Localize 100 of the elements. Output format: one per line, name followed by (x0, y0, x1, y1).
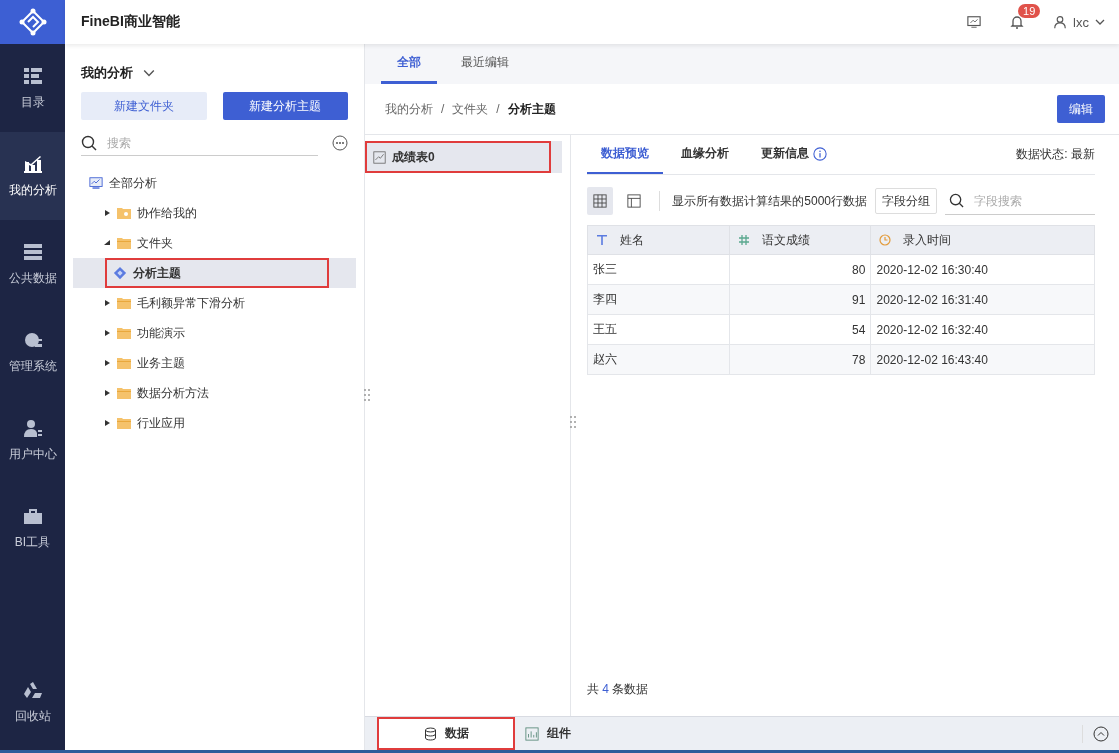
bell-icon[interactable] (1009, 14, 1026, 30)
user-icon (22, 417, 43, 438)
tree-item[interactable]: 行业应用 (73, 408, 356, 438)
table-cell: 78 (729, 344, 871, 375)
bottom-tab[interactable]: 组件 (515, 717, 581, 750)
caret-right-icon (103, 359, 111, 367)
clock-icon (879, 234, 892, 246)
data-status: 数据状态: 最新 (1016, 146, 1095, 163)
column-title: 语文成绩 (761, 231, 810, 249)
user-name: lxc (1073, 14, 1089, 30)
search-field[interactable]: 搜索 (105, 134, 318, 151)
caret-right-icon (103, 389, 111, 397)
breadcrumb-link[interactable]: 我的分析 (385, 100, 433, 118)
table-cell: 2020-12-02 16:30:40 (870, 254, 1095, 285)
folder-icon (117, 357, 131, 369)
table-list-item[interactable]: 成绩表0 (365, 141, 562, 173)
tree-item[interactable]: 协作给我的 (73, 198, 356, 228)
nav-label: 我的分析 (8, 181, 57, 199)
nav-label: 回收站 (14, 707, 51, 725)
nav-label: 目录 (20, 93, 45, 111)
nav-item[interactable]: BI工具 (0, 484, 65, 572)
hash-icon (737, 234, 750, 246)
diamond-icon (113, 266, 127, 280)
app-logo[interactable] (0, 0, 65, 44)
more-icon (332, 135, 348, 151)
nav-item[interactable]: 管理系统 (0, 308, 65, 396)
tree-item[interactable]: 全部分析 (73, 168, 356, 198)
database-icon (22, 241, 43, 262)
nav-item[interactable]: 目录 (0, 44, 65, 132)
table-cell: 张三 (587, 254, 730, 285)
user-menu[interactable]: lxc (1053, 14, 1105, 30)
drag-handle-icon (570, 415, 576, 429)
tree-label: 分析主题 (133, 264, 181, 282)
tab[interactable]: 全部 (381, 44, 437, 84)
tree-item[interactable]: 数据分析方法 (73, 378, 356, 408)
breadcrumb-link[interactable]: 文件夹 (452, 100, 489, 118)
app-title: FineBI商业智能 (81, 13, 180, 31)
caret-down-icon (103, 239, 111, 247)
tab[interactable]: 更新信息 (747, 135, 841, 174)
nav-item[interactable]: 公共数据 (0, 220, 65, 308)
field-search[interactable]: 字段搜索 (972, 192, 1095, 209)
tree-label: 行业应用 (137, 414, 185, 432)
nav-item[interactable]: 我的分析 (0, 132, 65, 220)
column-header[interactable]: 录入时间 (870, 225, 1095, 255)
nav-item[interactable]: 用户中心 (0, 396, 65, 484)
tree-label: 数据分析方法 (137, 384, 209, 402)
tree-item[interactable]: 文件夹 (73, 228, 356, 258)
folder-icon (117, 297, 131, 309)
edit-button[interactable]: 编辑 (1057, 95, 1105, 123)
tree-label: 业务主题 (137, 354, 185, 372)
folder-icon (117, 327, 131, 339)
grid-icon (593, 194, 608, 208)
record-count: 共 4 条数据 (587, 681, 650, 698)
tab[interactable]: 数据预览 (587, 135, 663, 174)
recycle-icon (22, 679, 43, 700)
caret-right-icon (103, 299, 111, 307)
tree-item[interactable]: 功能演示 (73, 318, 356, 348)
breadcrumb-separator: / (441, 102, 445, 116)
nav-label: BI工具 (14, 533, 51, 551)
table-cell: 赵六 (587, 344, 730, 375)
field-group-button[interactable]: 字段分组 (875, 188, 937, 214)
chevron-down-icon (143, 67, 155, 79)
tree-item[interactable]: 毛利额异常下滑分析 (73, 288, 356, 318)
folder-icon (117, 237, 131, 249)
monitor-chart-icon (89, 176, 103, 190)
tab[interactable]: 血缘分析 (667, 135, 743, 174)
layout-icon (627, 194, 642, 208)
tree-item[interactable]: 分析主题 (73, 258, 356, 288)
column-header[interactable]: 姓名 (587, 225, 730, 255)
monitor-icon (967, 15, 982, 29)
tab[interactable]: 最近编辑 (445, 44, 525, 84)
bottom-tab[interactable]: 数据 (377, 717, 515, 750)
new-subject-button[interactable]: 新建分析主题 (222, 92, 348, 120)
tree-item[interactable]: 业务主题 (73, 348, 356, 378)
grid-view-button[interactable] (587, 187, 614, 215)
notification-count: 19 (1018, 4, 1041, 18)
drag-handle-icon (364, 388, 370, 402)
database-icon (423, 726, 437, 741)
logo-icon (17, 7, 48, 37)
line-chart-icon (373, 150, 386, 164)
search-icon (81, 134, 97, 151)
info-icon (813, 146, 827, 161)
new-folder-button[interactable]: 新建文件夹 (81, 92, 207, 120)
folder-icon (117, 417, 131, 429)
info-text: 显示所有数据计算结果的5000行数据 (672, 192, 867, 210)
chevron-up-icon (1093, 725, 1109, 742)
column-title: 姓名 (620, 231, 644, 249)
person-icon (1053, 15, 1068, 29)
table-cell: 2020-12-02 16:31:40 (870, 284, 1095, 315)
caret-right-icon (103, 329, 111, 337)
tree-label: 文件夹 (137, 234, 173, 252)
breadcrumb-separator: / (496, 102, 500, 116)
breadcrumb-link[interactable]: 分析主题 (507, 100, 556, 118)
column-header[interactable]: 语文成绩 (729, 225, 871, 255)
table-cell: 54 (729, 314, 871, 345)
shared-folder-icon (117, 207, 131, 219)
nav-item[interactable]: 回收站 (0, 658, 65, 746)
table-cell: 2020-12-02 16:43:40 (870, 344, 1095, 375)
chevron-down-icon (1095, 17, 1105, 27)
panel-title: 我的分析 (81, 64, 133, 82)
